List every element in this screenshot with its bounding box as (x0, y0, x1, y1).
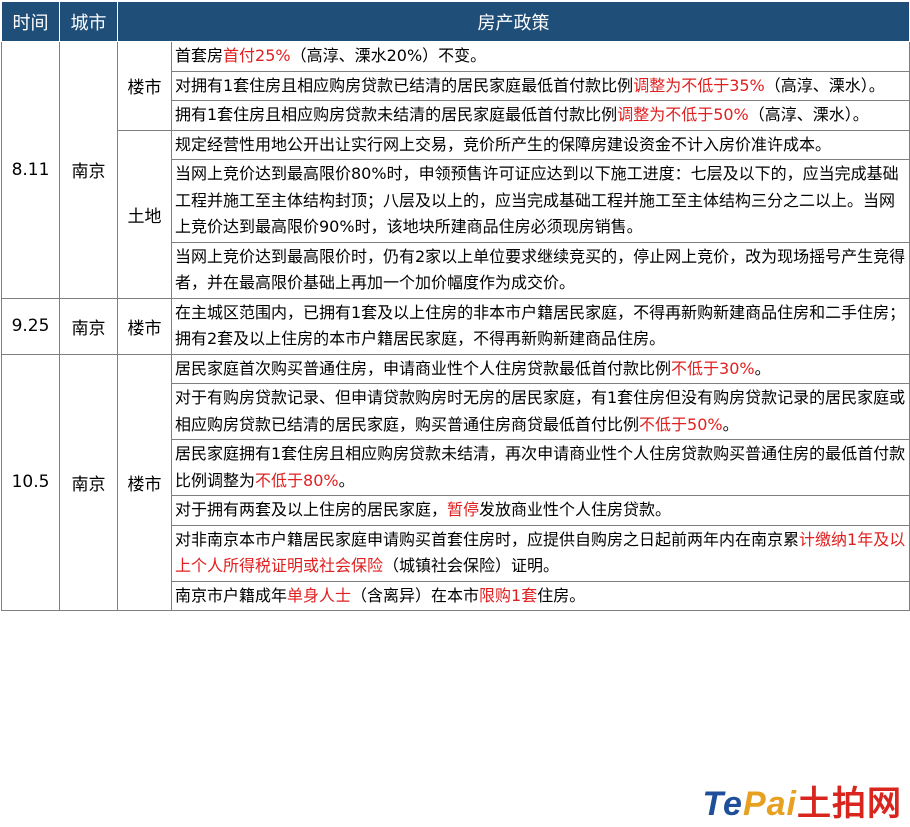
header-time: 时间 (1, 1, 60, 42)
policy-table: 时间 城市 房产政策 8.11 南京 楼市 首套房首付25%（高淳、溧水20%）… (1, 1, 910, 611)
policy-cell: 居民家庭首次购买普通住房，申请商业性个人住房贷款最低首付款比例不低于30%。 (171, 353, 910, 384)
table-row: 9.25 南京 楼市 在主城区范围内，已拥有1套及以上住房的非本市户籍居民家庭，… (1, 297, 910, 355)
policy-cell: 对于拥有两套及以上住房的居民家庭，暂停发放商业性个人住房贷款。 (171, 495, 910, 526)
policy-cell: 对非南京本市户籍居民家庭申请购买首套住房时，应提供自购房之日起前两年内在南京累计… (171, 524, 910, 582)
city-cell: 南京 (59, 297, 118, 355)
table-row: 10.5 南京 楼市 居民家庭首次购买普通住房，申请商业性个人住房贷款最低首付款… (1, 353, 910, 611)
type-cell: 土地 (117, 129, 172, 299)
header-city: 城市 (59, 1, 118, 42)
policy-cell: 规定经营性用地公开出让实行网上交易，竞价所产生的保障房建设资金不计入房价准许成本… (171, 129, 910, 160)
policy-cell: 拥有1套住房且相应购房贷款未结清的居民家庭最低首付款比例调整为不低于50%（高淳… (171, 100, 910, 131)
time-cell: 8.11 (1, 41, 60, 299)
tupai-logo: TePai土拍网 (702, 785, 902, 823)
type-cell: 楼市 (117, 297, 172, 355)
time-cell: 9.25 (1, 297, 60, 355)
policy-cell: 首套房首付25%（高淳、溧水20%）不变。 (171, 41, 910, 72)
header-policy: 房产政策 (117, 1, 910, 42)
type-cell: 楼市 (117, 41, 172, 131)
city-cell: 南京 (59, 41, 118, 299)
city-cell: 南京 (59, 353, 118, 611)
time-cell: 10.5 (1, 353, 60, 611)
type-cell: 楼市 (117, 353, 172, 611)
table-row: 8.11 南京 楼市 首套房首付25%（高淳、溧水20%）不变。 (1, 41, 910, 299)
table-header-row: 时间 城市 房产政策 (1, 1, 910, 42)
table-row: 土地 规定经营性用地公开出让实行网上交易，竞价所产生的保障房建设资金不计入房价准… (2, 129, 910, 299)
policy-cell: 在主城区范围内，已拥有1套及以上住房的非本市户籍居民家庭，不得再新购新建商品住房… (171, 297, 910, 355)
policy-cell: 南京市户籍成年单身人士（含离异）在本市限购1套住房。 (171, 580, 910, 611)
policy-cell: 当网上竞价达到最高限价80%时，申领预售许可证应达到以下施工进度：七层及以下的，… (171, 159, 910, 243)
policy-cell: 当网上竞价达到最高限价时，仍有2家以上单位要求继续竞买的，停止网上竞价，改为现场… (171, 241, 910, 299)
policy-cell: 居民家庭拥有1套住房且相应购房贷款未结清，再次申请商业性个人住房贷款购买普通住房… (171, 439, 910, 496)
policy-cell: 对于有购房贷款记录、但申请贷款购房时无房的居民家庭，有1套住房但没有购房贷款记录… (171, 383, 910, 440)
policy-cell: 对拥有1套住房且相应购房贷款已结清的居民家庭最低首付款比例调整为不低于35%（高… (171, 70, 910, 101)
